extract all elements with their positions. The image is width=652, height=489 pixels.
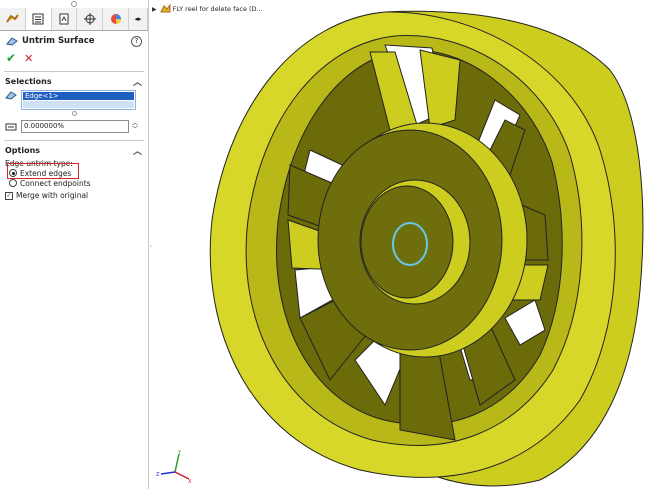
manager-tabs: ◂▸ xyxy=(0,8,148,31)
collapse-chevron-icon[interactable]: ︿ xyxy=(133,75,142,88)
more-tabs-icon: ◂▸ xyxy=(134,15,142,23)
help-icon[interactable]: ? xyxy=(131,35,142,47)
options-title: Options xyxy=(5,145,41,155)
part-icon xyxy=(159,4,171,13)
distance-row: 0.000000% ︿ ﹀ xyxy=(0,116,148,137)
collapse-chevron-icon[interactable]: ︿ xyxy=(133,144,142,157)
page-title: Untrim Surface xyxy=(22,36,95,46)
more-tabs-button[interactable]: ◂▸ xyxy=(128,8,148,30)
selection-item[interactable]: Edge<1> xyxy=(23,92,134,100)
options-header[interactable]: Options ︿ xyxy=(0,143,148,157)
display-manager-tab[interactable] xyxy=(103,8,129,30)
feature-manager-icon xyxy=(6,14,20,23)
ok-button[interactable]: ✔ xyxy=(6,51,16,65)
cancel-button[interactable]: ✕ xyxy=(24,52,33,65)
property-manager-icon xyxy=(32,13,44,25)
untrim-surface-icon xyxy=(6,37,18,46)
configuration-manager-icon xyxy=(59,13,69,25)
expand-arrow-icon[interactable]: ▶ xyxy=(152,6,157,13)
selections-header[interactable]: Selections ︿ xyxy=(0,74,148,88)
configuration-manager-tab[interactable] xyxy=(51,8,78,30)
property-manager-panel: ◂▸ Untrim Surface ? ✔ ✕ Selections ︿ Edg… xyxy=(0,0,149,489)
merge-with-original-checkbox[interactable]: ✓ xyxy=(5,191,13,200)
connect-endpoints-option[interactable]: Connect endpoints xyxy=(0,178,148,188)
selections-row: Edge<1> xyxy=(0,88,148,110)
property-manager-tab[interactable] xyxy=(25,8,52,30)
edge-selection-icon xyxy=(5,91,17,100)
connect-endpoints-label: Connect endpoints xyxy=(20,178,91,188)
feature-title-row: Untrim Surface ? xyxy=(0,31,148,51)
feature-manager-tab[interactable] xyxy=(0,8,26,30)
reference-triad: Y X Z xyxy=(156,450,192,484)
selection-listbox[interactable]: Edge<1> xyxy=(21,90,136,110)
dimxpert-icon xyxy=(83,13,96,25)
flyout-tree[interactable]: ▶ FLY reel for delete face (D... xyxy=(152,4,263,14)
dimxpert-tab[interactable] xyxy=(77,8,104,30)
panel-splitter-handle[interactable]: ◦ xyxy=(149,243,153,251)
connect-endpoints-radio[interactable] xyxy=(9,179,17,187)
part-name: FLY reel for delete face (D... xyxy=(172,5,263,13)
merge-with-original-option[interactable]: ✓ Merge with original xyxy=(0,188,148,203)
triad-x-label: X xyxy=(188,479,192,484)
distance-icon xyxy=(5,123,17,130)
triad-z-label: Z xyxy=(156,472,160,478)
ok-cancel-row: ✔ ✕ xyxy=(0,51,148,65)
flywheel-model[interactable] xyxy=(209,10,644,487)
selections-title: Selections xyxy=(5,76,52,86)
panel-grip[interactable] xyxy=(0,0,148,7)
distance-input[interactable]: 0.000000% xyxy=(21,120,129,133)
merge-with-original-label: Merge with original xyxy=(16,191,89,200)
distance-spinner[interactable]: ︿ ﹀ xyxy=(132,120,138,133)
annotation-highlight-box xyxy=(7,163,79,179)
triad-y-label: Y xyxy=(177,450,182,456)
display-manager-icon xyxy=(110,14,121,24)
